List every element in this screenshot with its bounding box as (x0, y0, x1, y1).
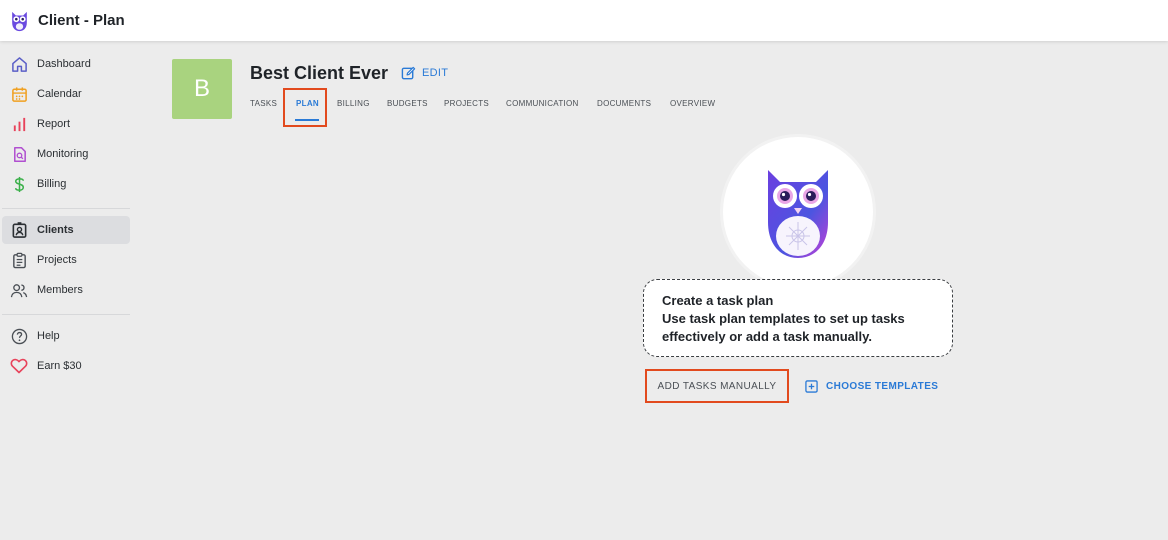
home-icon (10, 55, 28, 73)
edit-icon (401, 66, 416, 79)
sidebar-item-calendar[interactable]: Calendar (2, 80, 130, 108)
sidebar-item-label: Dashboard (37, 58, 91, 70)
sidebar-divider (2, 208, 130, 209)
help-icon (10, 327, 28, 345)
choose-templates-button[interactable]: CHOOSE TEMPLATES (805, 378, 938, 394)
owl-illustration (723, 137, 873, 287)
edit-label: EDIT (422, 67, 449, 79)
calendar-icon (10, 85, 28, 103)
sidebar-item-billing[interactable]: Billing (2, 170, 130, 198)
bar-chart-icon (10, 115, 28, 133)
sidebar-item-label: Monitoring (37, 148, 89, 160)
sidebar-item-label: Report (37, 118, 71, 130)
tab-projects[interactable]: PROJECTS (444, 96, 489, 114)
edit-button[interactable]: EDIT (401, 64, 448, 82)
add-tasks-manually-button[interactable]: ADD TASKS MANUALLY (645, 369, 789, 403)
plan-tab-highlight (283, 88, 327, 127)
sidebar-divider (2, 314, 130, 315)
choose-templates-label: CHOOSE TEMPLATES (826, 380, 939, 392)
sidebar-item-label: Help (37, 330, 60, 342)
tab-overview[interactable]: OVERVIEW (670, 96, 715, 114)
client-badge-icon (10, 221, 28, 239)
sidebar-item-label: Calendar (37, 88, 82, 100)
tab-tasks[interactable]: TASKS (250, 96, 277, 114)
empty-state-text: Use task plan templates to set up tasks (662, 311, 905, 326)
sidebar-item-dashboard[interactable]: Dashboard (2, 50, 130, 78)
sidebar-item-members[interactable]: Members (2, 276, 130, 304)
tab-documents[interactable]: DOCUMENTS (597, 96, 651, 114)
sidebar-item-label: Earn $30 (37, 360, 82, 372)
dollar-icon (10, 175, 28, 193)
owl-logo-icon (12, 11, 27, 31)
tab-communication[interactable]: COMMUNICATION (506, 96, 579, 114)
monitoring-icon (10, 145, 28, 163)
sidebar-item-monitoring[interactable]: Monitoring (2, 140, 130, 168)
tab-budgets[interactable]: BUDGETS (387, 96, 428, 114)
owl-icon (768, 170, 828, 258)
sidebar-item-label: Billing (37, 178, 67, 190)
sidebar-item-clients[interactable]: Clients (2, 216, 130, 244)
heart-icon (10, 357, 28, 375)
sidebar-item-label: Members (37, 284, 83, 296)
client-name: Best Client Ever (250, 63, 389, 83)
members-icon (10, 281, 28, 299)
top-bar: Client - Plan (0, 0, 1168, 41)
sidebar-item-help[interactable]: Help (2, 322, 130, 350)
empty-state-text: effectively or add a task manually. (662, 329, 873, 344)
sidebar-item-label: Projects (37, 254, 77, 266)
page-title: Client - Plan (38, 12, 125, 29)
empty-state-message: Create a task plan Use task plan templat… (643, 279, 953, 357)
sidebar-item-label: Clients (37, 224, 74, 236)
sidebar-item-report[interactable]: Report (2, 110, 130, 138)
empty-state-title: Create a task plan (662, 293, 774, 308)
tab-billing[interactable]: BILLING (337, 96, 370, 114)
sidebar-item-earn[interactable]: Earn $30 (2, 352, 130, 380)
plus-square-icon (805, 379, 818, 393)
clipboard-icon (10, 251, 28, 269)
client-avatar: B (172, 59, 232, 119)
sidebar-item-projects[interactable]: Projects (2, 246, 130, 274)
